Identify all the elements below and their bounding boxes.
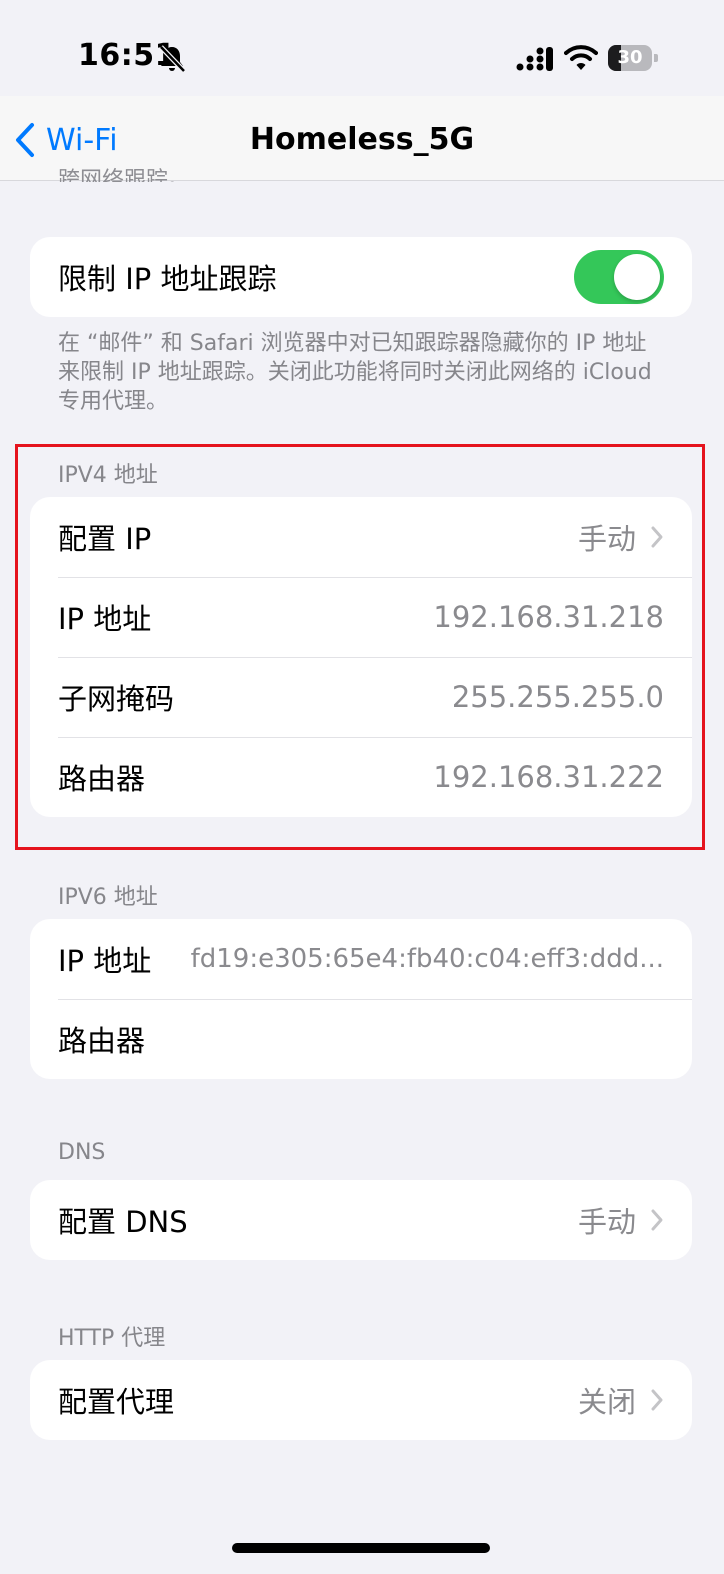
ipv6-address-row: IP 地址 fd19:e305:65e4:fb40:c04:eff3:ddd..… bbox=[30, 919, 692, 999]
limit-ip-card: 限制 IP 地址跟踪 bbox=[30, 237, 692, 317]
limit-ip-toggle[interactable] bbox=[574, 250, 664, 304]
limit-ip-label: 限制 IP 地址跟踪 bbox=[58, 262, 277, 296]
page-title: Homeless_5G bbox=[249, 122, 475, 157]
battery-percent: 30 bbox=[617, 47, 643, 68]
limit-ip-footnote: 在 “邮件” 和 Safari 浏览器中对已知跟踪器隐藏你的 IP 地址来限制 … bbox=[58, 331, 652, 414]
ipv6-header: IPV6 地址 bbox=[58, 885, 158, 910]
configure-proxy-row[interactable]: 配置代理 关闭 bbox=[30, 1360, 692, 1440]
cellular-signal-icon bbox=[516, 46, 554, 72]
ipv6-router-row: 路由器 bbox=[30, 999, 692, 1079]
chevron-right-icon bbox=[650, 1388, 664, 1412]
battery-icon: 30 bbox=[608, 45, 658, 71]
ipv6-router-label: 路由器 bbox=[58, 1024, 146, 1058]
home-indicator bbox=[232, 1543, 490, 1553]
bell-slash-icon bbox=[158, 44, 186, 74]
dns-header: DNS bbox=[58, 1140, 106, 1165]
configure-dns-row[interactable]: 配置 DNS 手动 bbox=[30, 1180, 692, 1260]
ipv6-address-value: fd19:e305:65e4:fb40:c04:eff3:ddd... bbox=[190, 944, 664, 974]
limit-ip-row: 限制 IP 地址跟踪 bbox=[30, 237, 692, 317]
chevron-right-icon bbox=[650, 1208, 664, 1232]
configure-proxy-label: 配置代理 bbox=[58, 1385, 175, 1419]
ipv6-card: IP 地址 fd19:e305:65e4:fb40:c04:eff3:ddd..… bbox=[30, 919, 692, 1079]
configure-proxy-value: 关闭 bbox=[577, 1385, 636, 1419]
wifi-icon bbox=[564, 44, 598, 72]
ipv4-highlight-box bbox=[15, 444, 705, 850]
proxy-header: HTTP 代理 bbox=[58, 1326, 166, 1351]
ipv6-address-label: IP 地址 bbox=[58, 944, 152, 978]
configure-dns-value: 手动 bbox=[577, 1205, 636, 1239]
configure-dns-label: 配置 DNS bbox=[58, 1205, 188, 1239]
scrolled-footnote-fragment: 跨网络跟踪。 bbox=[58, 168, 191, 182]
dns-card: 配置 DNS 手动 bbox=[30, 1180, 692, 1260]
proxy-card: 配置代理 关闭 bbox=[30, 1360, 692, 1440]
